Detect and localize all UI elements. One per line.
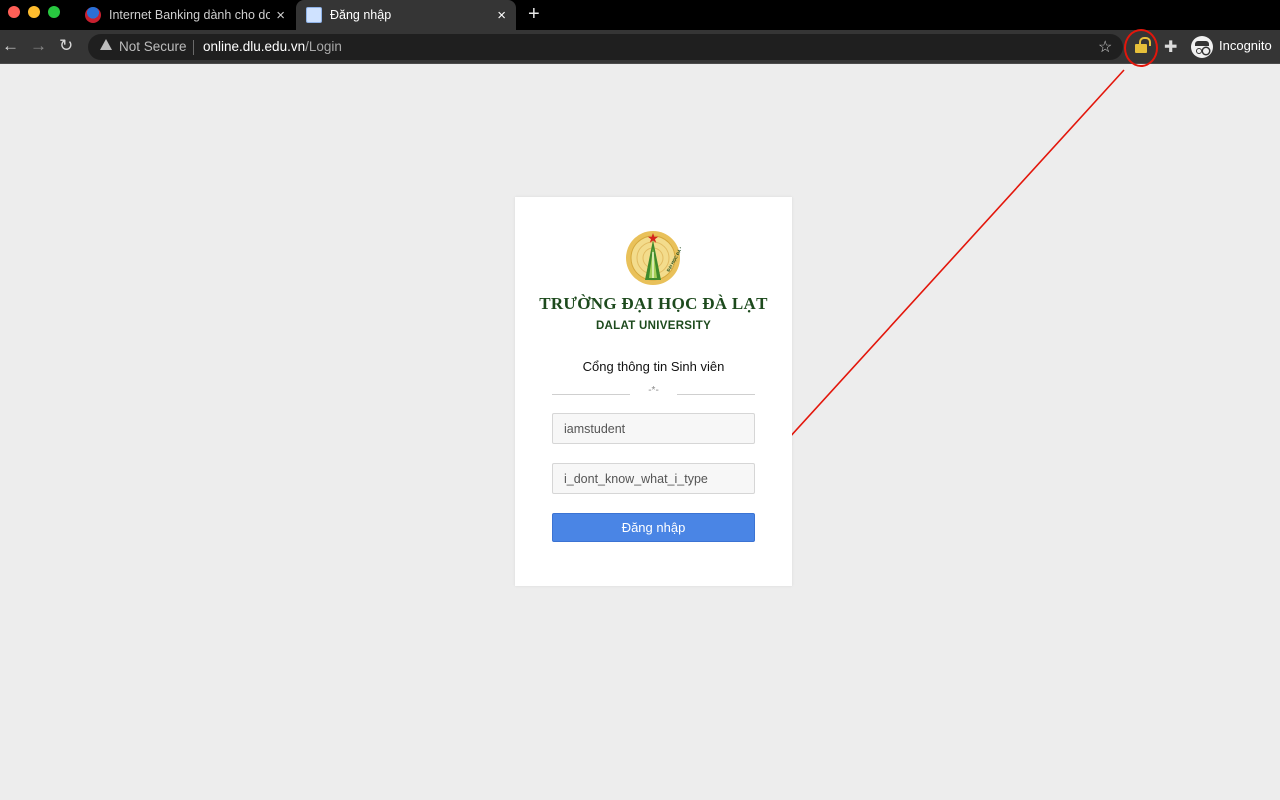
address-bar[interactable]: Not Secure online.dlu.edu.vn/Login ☆ xyxy=(88,34,1123,60)
tab-internet-banking[interactable]: Internet Banking dành cho doa × xyxy=(75,0,295,30)
browser-toolbar: ← → ↻ Not Secure online.dlu.edu.vn/Login… xyxy=(0,30,1280,64)
back-icon[interactable]: ← xyxy=(2,36,19,56)
tab-title: Đăng nhập xyxy=(330,8,392,22)
page-favicon-icon xyxy=(306,7,322,23)
tab-title: Internet Banking dành cho doa xyxy=(109,8,271,22)
login-button[interactable]: Đăng nhập xyxy=(552,513,755,542)
security-status[interactable]: Not Secure xyxy=(119,39,187,54)
annotation-line-stroke xyxy=(757,69,1125,473)
password-input[interactable] xyxy=(552,463,755,494)
university-name-english: DALAT UNIVERSITY xyxy=(595,320,712,332)
zoom-window-button[interactable] xyxy=(48,6,60,18)
url-path: /Login xyxy=(305,39,342,54)
tab-strip: Internet Banking dành cho doa × Đăng nhậ… xyxy=(0,0,1280,30)
bookmark-star-icon[interactable]: ☆ xyxy=(1098,37,1112,57)
university-name-vietnamese: TRƯỜNG ĐẠI HỌC ĐÀ LẠT xyxy=(539,294,768,313)
url-text[interactable]: online.dlu.edu.vn/Login xyxy=(203,39,342,54)
reload-icon[interactable]: ↻ xyxy=(59,36,73,56)
portal-title: Cổng thông tin Sinh viên xyxy=(582,359,725,374)
annotation-circle xyxy=(1124,29,1158,67)
url-host: online.dlu.edu.vn xyxy=(203,39,306,54)
tab-dang-nhap[interactable]: Đăng nhập × xyxy=(296,0,516,30)
bank-favicon-icon xyxy=(85,7,101,23)
university-logo: ĐẠI HỌC ĐÀ LẠT xyxy=(626,231,681,285)
forward-icon[interactable]: → xyxy=(30,36,47,56)
divider-right xyxy=(677,394,755,395)
address-divider xyxy=(193,40,194,55)
incognito-icon[interactable] xyxy=(1191,36,1213,58)
extensions-puzzle-icon[interactable]: ✚ xyxy=(1164,37,1177,57)
warning-icon[interactable] xyxy=(100,39,112,50)
new-tab-button[interactable]: + xyxy=(528,3,540,25)
tab-close-icon[interactable]: × xyxy=(276,7,285,24)
close-window-button[interactable] xyxy=(8,6,20,18)
incognito-label[interactable]: Incognito xyxy=(1219,38,1272,53)
tab-close-icon[interactable]: × xyxy=(497,7,506,24)
username-input[interactable] xyxy=(552,413,755,444)
minimize-window-button[interactable] xyxy=(28,6,40,18)
login-card: ĐẠI HỌC ĐÀ LẠT TRƯỜNG ĐẠI HỌC ĐÀ LẠT DAL… xyxy=(515,197,792,586)
